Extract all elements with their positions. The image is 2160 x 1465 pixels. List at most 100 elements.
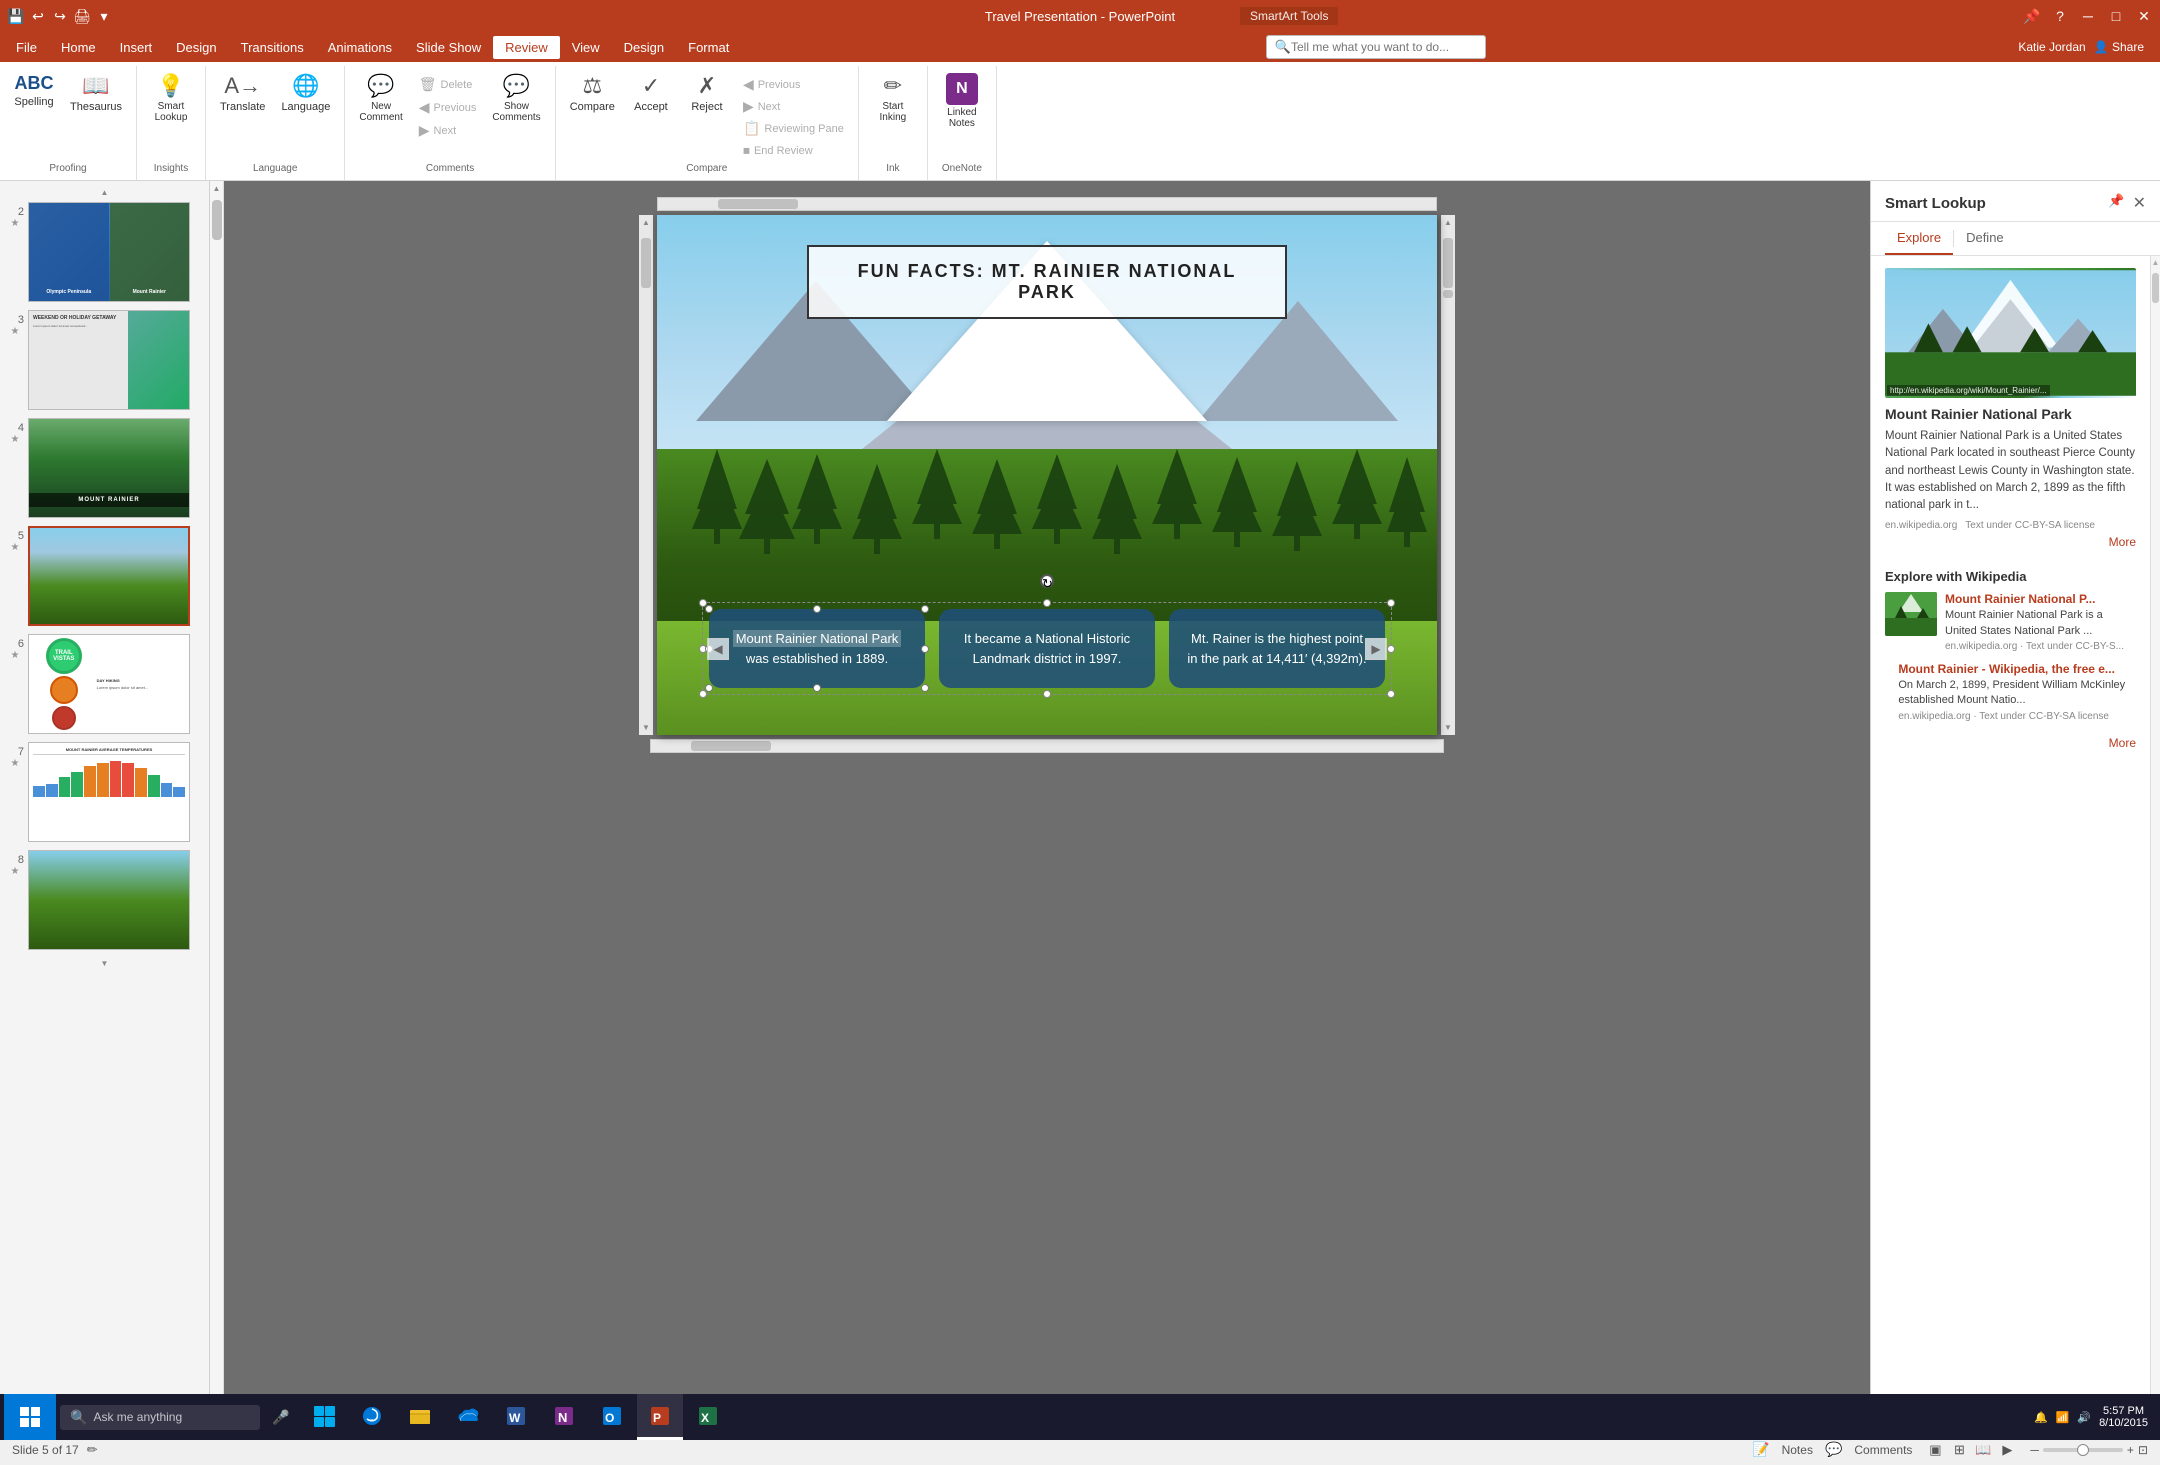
collapse-ribbon-icon[interactable]: 📌 bbox=[2024, 8, 2040, 24]
vscroll-up[interactable]: ▲ bbox=[1444, 215, 1452, 230]
reviewing-pane-button[interactable]: 📋 Reviewing Pane bbox=[737, 118, 850, 139]
slide-thumbnail-2[interactable]: Olympic Peninsula Mount Rainier bbox=[28, 202, 190, 302]
slideshow-btn[interactable]: ▶ bbox=[1996, 1439, 2018, 1461]
slide-title-box[interactable]: FUN FACTS: MT. RAINIER NATIONAL PARK bbox=[807, 245, 1287, 319]
slide-thumbnail-7[interactable]: MOUNT RAINIER AVERAGE TEMPERATURES bbox=[28, 742, 190, 842]
wiki-result-1[interactable]: Mount Rainier National P... Mount Rainie… bbox=[1885, 592, 2136, 652]
taskbar-explorer[interactable] bbox=[301, 1394, 347, 1440]
slide-thumb-3[interactable]: 3 ★ WEEKEND OR HOLIDAY GETAWAY Lorem ips… bbox=[4, 308, 205, 412]
maximize-icon[interactable]: □ bbox=[2108, 8, 2124, 24]
scroll-thumb[interactable] bbox=[212, 200, 222, 240]
spelling-button[interactable]: ABC Spelling bbox=[8, 70, 60, 111]
smart-lookup-button[interactable]: 💡 SmartLookup bbox=[145, 70, 197, 126]
slide-sorter-btn[interactable]: ⊞ bbox=[1948, 1439, 1970, 1461]
define-tab[interactable]: Define bbox=[1954, 222, 2016, 255]
rotate-handle[interactable]: ↻ bbox=[1040, 574, 1054, 588]
comments-icon[interactable]: 💬 bbox=[1825, 1441, 1842, 1458]
taskbar-onedrive[interactable] bbox=[445, 1394, 491, 1440]
slide-panel-scroll-up[interactable]: ▲ bbox=[4, 185, 205, 200]
canvas-vscroll-left[interactable]: ▲ ▼ bbox=[639, 215, 653, 735]
taskbar-search-label[interactable]: Ask me anything bbox=[93, 1410, 182, 1424]
slide-thumb-6[interactable]: 6 ★ TRAIL VISTAS DAY HIKING Lorem ipsum … bbox=[4, 632, 205, 736]
vscroll-left-thumb[interactable] bbox=[641, 238, 651, 288]
zoom-out-icon[interactable]: ─ bbox=[2030, 1443, 2039, 1457]
slide-panel-scrollbar[interactable]: ▲ ▼ bbox=[210, 181, 224, 1433]
thesaurus-button[interactable]: 📖 Thesaurus bbox=[64, 70, 128, 116]
reading-view-btn[interactable]: 📖 bbox=[1972, 1439, 1994, 1461]
vscroll-thumb2[interactable] bbox=[1443, 290, 1453, 298]
notes-label[interactable]: Notes bbox=[1782, 1443, 1813, 1457]
handle-bc[interactable] bbox=[1043, 690, 1051, 698]
menu-home[interactable]: Home bbox=[49, 36, 108, 59]
menu-insert[interactable]: Insert bbox=[108, 36, 165, 59]
card1-handle-br[interactable] bbox=[921, 684, 929, 692]
smartart-card-1[interactable]: Mount Rainier National Park was establis… bbox=[709, 609, 925, 688]
print-icon[interactable]: 🖨 bbox=[74, 8, 90, 24]
card1-handle-b[interactable] bbox=[813, 684, 821, 692]
reject-button[interactable]: ✗ Reject bbox=[681, 70, 733, 116]
taskbar-network[interactable]: 📶 bbox=[2056, 1411, 2070, 1424]
handle-tc[interactable] bbox=[1043, 599, 1051, 607]
canvas-hscroll-bottom[interactable] bbox=[650, 739, 1444, 753]
slide-thumb-2[interactable]: 2 ★ Olympic Peninsula Mount Rainier bbox=[4, 200, 205, 304]
ribbon-search-input[interactable] bbox=[1291, 40, 1461, 54]
card1-handle-r[interactable] bbox=[921, 645, 929, 653]
undo-icon[interactable]: ↩ bbox=[30, 8, 46, 24]
taskbar-sound[interactable]: 🔊 bbox=[2077, 1411, 2091, 1424]
language-button[interactable]: 🌐 Language bbox=[275, 70, 336, 116]
taskbar-mic[interactable]: 🎤 bbox=[264, 1405, 297, 1430]
normal-view-btn[interactable]: ▣ bbox=[1924, 1439, 1946, 1461]
panel-scroll-up[interactable]: ▲ bbox=[2150, 256, 2160, 269]
slide-thumb-8[interactable]: 8 ★ bbox=[4, 848, 205, 952]
save-icon[interactable]: 💾 bbox=[8, 8, 24, 24]
taskbar-notification[interactable]: 🔔 bbox=[2034, 1411, 2048, 1424]
slide-thumb-4[interactable]: 4 ★ MOUNT RAINIER bbox=[4, 416, 205, 520]
smartart-nav-right[interactable]: ▶ bbox=[1365, 638, 1387, 660]
start-button[interactable] bbox=[4, 1394, 56, 1440]
menu-view[interactable]: View bbox=[560, 36, 612, 59]
user-name[interactable]: Katie Jordan bbox=[2018, 40, 2085, 54]
help-icon[interactable]: ? bbox=[2052, 8, 2068, 24]
canvas-vscroll[interactable]: ▲ ▼ bbox=[1441, 215, 1455, 735]
notes-icon[interactable]: 📝 bbox=[1752, 1441, 1769, 1458]
slide-thumbnail-3[interactable]: WEEKEND OR HOLIDAY GETAWAY Lorem ipsum d… bbox=[28, 310, 190, 410]
taskbar-outlook[interactable]: O bbox=[589, 1394, 635, 1440]
hscroll-thumb[interactable] bbox=[718, 199, 798, 209]
slide-thumbnail-5[interactable]: FUN FACTS: MT. RAINIER NATIONAL PARK bbox=[28, 526, 190, 626]
panel-scroll-thumb[interactable] bbox=[2152, 273, 2159, 303]
close-icon[interactable]: ✕ bbox=[2136, 8, 2152, 24]
next-revision-button[interactable]: ▶ Next bbox=[737, 96, 850, 117]
smart-panel-scrollbar[interactable]: ▲ ▼ ▲ ▼ bbox=[2150, 256, 2160, 1433]
menu-design2[interactable]: Design bbox=[612, 36, 676, 59]
slide-thumbnail-8[interactable] bbox=[28, 850, 190, 950]
slide-thumbnail-6[interactable]: TRAIL VISTAS DAY HIKING Lorem ipsum dolo… bbox=[28, 634, 190, 734]
taskbar-excel[interactable]: X bbox=[685, 1394, 731, 1440]
menu-transitions[interactable]: Transitions bbox=[229, 36, 316, 59]
result2-title[interactable]: Mount Rainier - Wikipedia, the free e... bbox=[1898, 662, 2136, 676]
zoom-slider[interactable] bbox=[2043, 1448, 2123, 1452]
taskbar-word[interactable]: W bbox=[493, 1394, 539, 1440]
card1-handle-tr[interactable] bbox=[921, 605, 929, 613]
linked-notes-button[interactable]: N LinkedNotes bbox=[936, 70, 988, 132]
delete-button[interactable]: 🗑 Delete bbox=[413, 74, 483, 95]
redo-icon[interactable]: ↪ bbox=[52, 8, 68, 24]
accept-button[interactable]: ✓ Accept bbox=[625, 70, 677, 116]
show-comments-button[interactable]: 💬 ShowComments bbox=[486, 70, 546, 126]
vscroll-down[interactable]: ▼ bbox=[1444, 720, 1452, 735]
minimize-icon[interactable]: ─ bbox=[2080, 8, 2096, 24]
canvas-hscroll[interactable] bbox=[657, 197, 1437, 211]
menu-file[interactable]: File bbox=[4, 36, 49, 59]
hscroll-bottom-thumb[interactable] bbox=[691, 741, 771, 751]
handle-mr[interactable] bbox=[1387, 645, 1395, 653]
menu-format[interactable]: Format bbox=[676, 36, 741, 59]
zoom-thumb[interactable] bbox=[2077, 1444, 2089, 1456]
scroll-up-btn[interactable]: ▲ bbox=[213, 181, 221, 196]
zoom-fit-icon[interactable]: ⊡ bbox=[2138, 1443, 2148, 1457]
taskbar-powerpoint[interactable]: P bbox=[637, 1394, 683, 1440]
slide-panel-scroll-down[interactable]: ▼ bbox=[4, 956, 205, 971]
smartart-selection[interactable]: ◀ bbox=[702, 602, 1392, 695]
wiki-more-link[interactable]: More bbox=[1885, 531, 2136, 559]
result1-title[interactable]: Mount Rainier National P... bbox=[1945, 592, 2136, 606]
previous-comment-button[interactable]: ◀ Previous bbox=[413, 97, 483, 118]
taskbar-files[interactable] bbox=[397, 1394, 443, 1440]
